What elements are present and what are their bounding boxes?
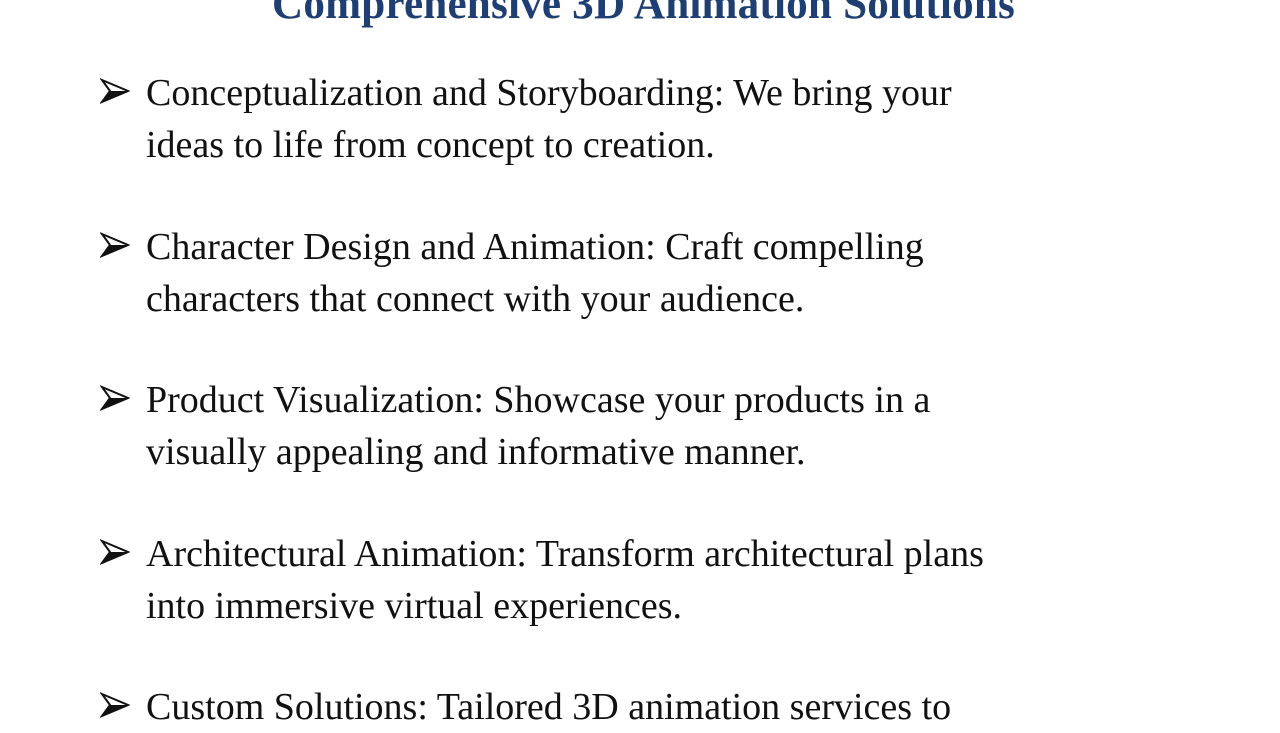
bullet-line: Custom Solutions: Tailored 3D animation … (146, 686, 952, 728)
bullet-line: ideas to life from concept to creation. (146, 124, 715, 166)
slide-title: Comprehensive 3D Animation Solutions (272, 0, 1016, 28)
arrow-bullet-icon (100, 385, 130, 411)
bullet-line: visually appealing and informative manne… (146, 431, 806, 473)
bullet-line: Character Design and Animation: Craft co… (146, 226, 924, 268)
arrow-bullet-icon (100, 692, 130, 718)
bullet-line: characters that connect with your audien… (146, 278, 805, 320)
arrow-bullet-icon (100, 232, 130, 258)
arrow-bullet-icon (100, 539, 130, 565)
bullet-line: Conceptualization and Storyboarding: We … (146, 72, 952, 114)
bullet-line: into immersive virtual experiences. (146, 585, 683, 627)
bullet-line: Product Visualization: Showcase your pro… (146, 379, 931, 421)
bullet-line: Architectural Animation: Transform archi… (146, 533, 984, 575)
arrow-bullet-icon (100, 78, 130, 104)
